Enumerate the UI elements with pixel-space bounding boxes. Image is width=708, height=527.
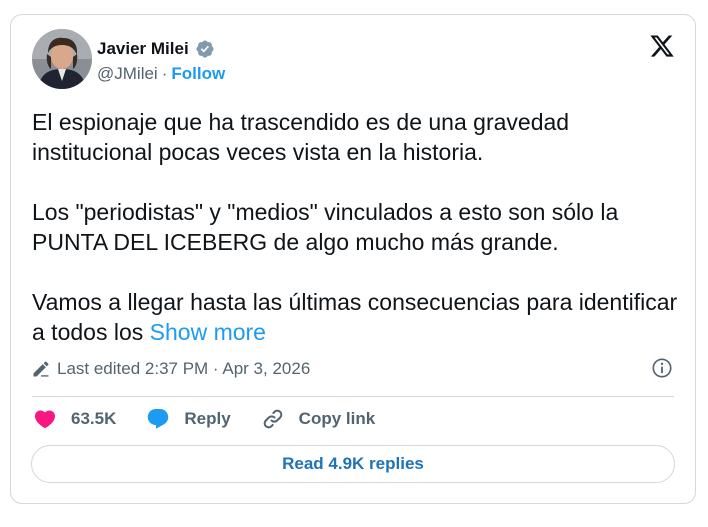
link-icon [263, 409, 282, 429]
last-edited[interactable]: Last edited 2:37 PM · Apr 3, 2026 [31, 359, 310, 379]
x-logo-icon[interactable] [648, 33, 676, 59]
show-more-link[interactable]: Show more [150, 319, 266, 345]
copy-link-label: Copy link [298, 409, 376, 428]
handle-separator: · [161, 64, 168, 83]
divider [32, 396, 674, 397]
author-name-row: Javier Milei [97, 38, 215, 60]
heart-icon [34, 410, 56, 429]
last-edited-text: Last edited 2:37 PM · Apr 3, 2026 [57, 359, 311, 378]
follow-link[interactable]: Follow [171, 64, 225, 84]
copy-link-button[interactable]: Copy link [261, 407, 376, 431]
tweet-card: Javier Milei @JMilei · Follow El espiona… [10, 14, 696, 504]
avatar[interactable] [32, 29, 92, 89]
read-replies-button[interactable]: Read 4.9K replies [31, 445, 675, 483]
reply-button[interactable]: Reply [146, 407, 231, 431]
like-button[interactable]: 63.5K [33, 407, 116, 431]
reply-bubble-icon [148, 409, 169, 429]
tweet-paragraph-3-text: Vamos a llegar hasta las últimas consecu… [32, 289, 678, 345]
tweet-paragraph-2: Los "periodistas" y "medios" vinculados … [32, 199, 619, 255]
info-icon[interactable] [651, 357, 673, 379]
edit-pencil-icon [33, 361, 49, 377]
reply-label: Reply [184, 409, 231, 428]
tweet-paragraph-3: Vamos a llegar hasta las últimas consecu… [32, 287, 682, 347]
action-bar: 63.5K Reply Copy link [33, 407, 375, 431]
tweet-paragraph-1: El espionaje que ha trascendido es de un… [32, 109, 570, 165]
verified-badge-icon [196, 40, 214, 58]
author-handle[interactable]: @JMilei [97, 64, 158, 84]
tweet-text: El espionaje que ha trascendido es de un… [32, 107, 682, 347]
like-count: 63.5K [71, 409, 117, 428]
author-handle-row: @JMilei · Follow [97, 64, 225, 84]
author-name[interactable]: Javier Milei [97, 39, 189, 59]
